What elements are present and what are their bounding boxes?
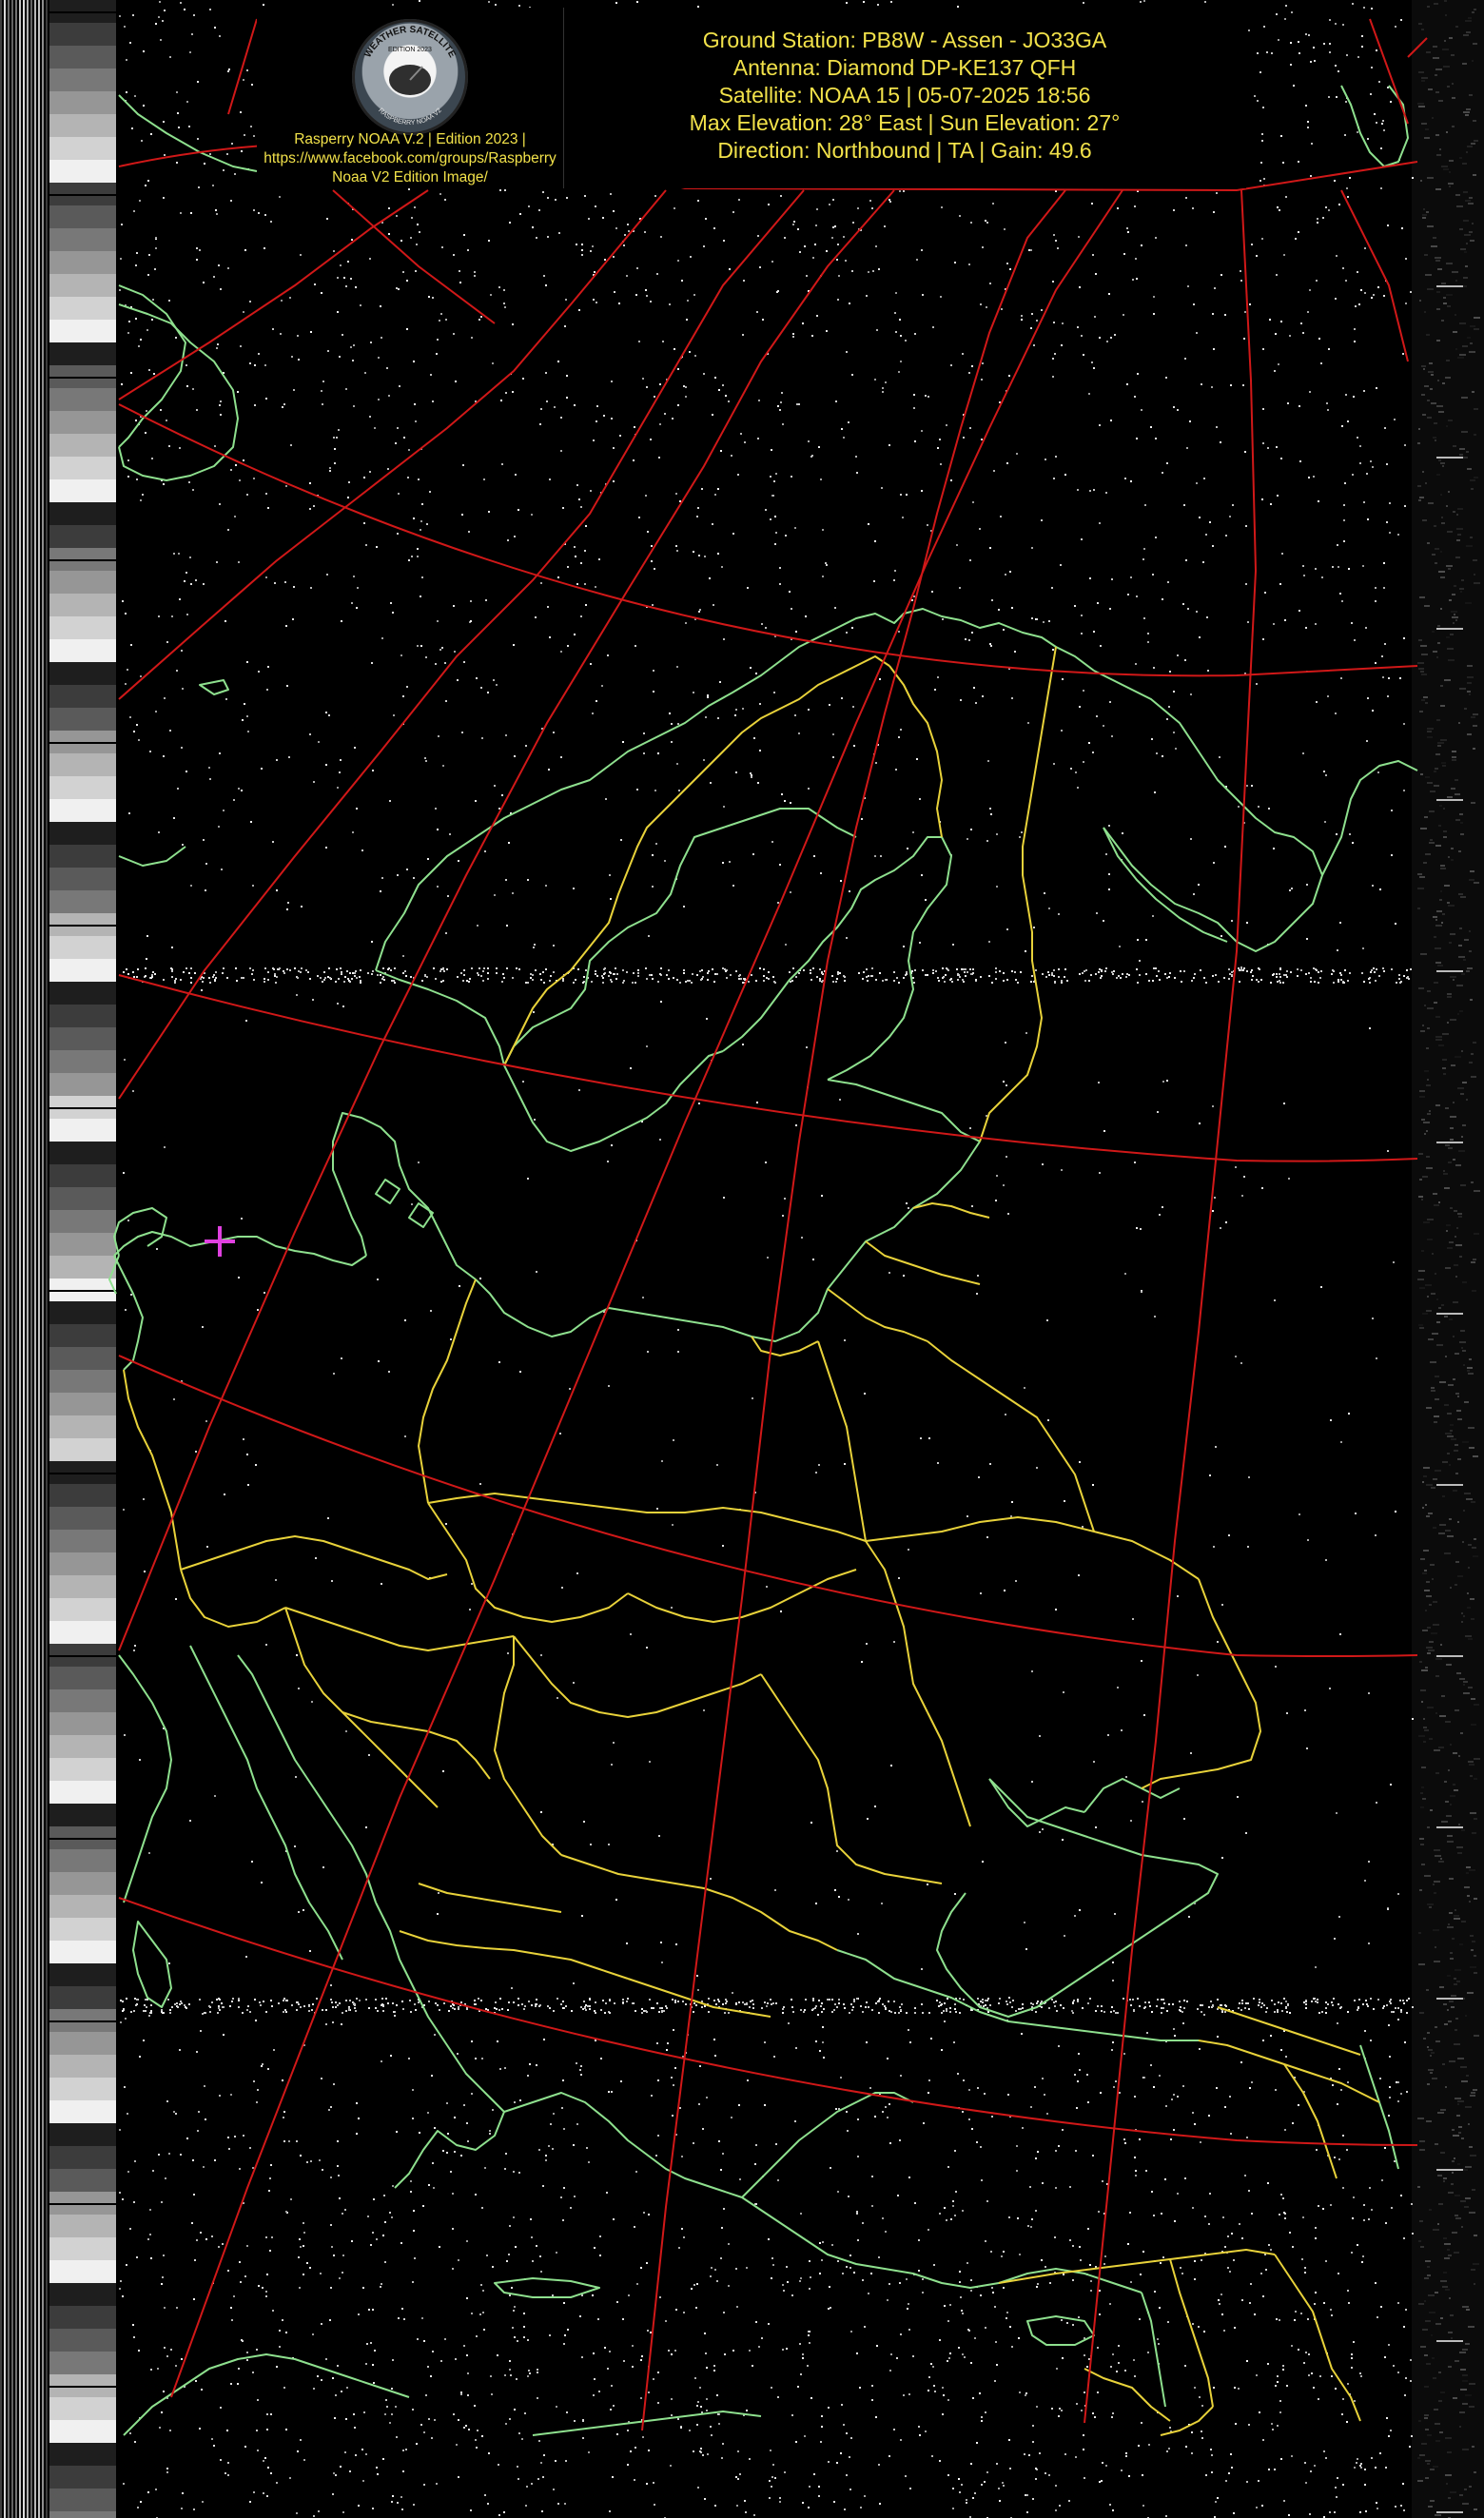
right-telemetry-strip — [1412, 0, 1484, 2518]
logo-ring-text-year: EDITION 2023 — [388, 47, 432, 53]
logo-box: WEATHER SATELLITE EDITION 2023 RASPBERRY… — [257, 8, 564, 188]
border-bosnia — [342, 1711, 491, 1780]
graticule-layer — [118, 18, 1428, 2431]
border-romania — [760, 1673, 943, 1884]
coastline-arctic-east — [1321, 760, 1418, 876]
meridian-11 — [332, 189, 496, 324]
border-turkey-europe — [627, 1978, 771, 2018]
satellite-image: WEATHER SATELLITE EDITION 2023 RASPBERRY… — [0, 0, 1484, 2518]
coastline-svalbard — [118, 94, 258, 172]
latitude-line-3 — [118, 974, 1418, 1162]
apt-noise-layer — [119, 0, 1414, 2518]
coastlines-layer — [108, 85, 1418, 2436]
map-canvas — [0, 0, 1484, 2518]
border-germany-south — [180, 1535, 448, 1580]
coastline-italy — [189, 1645, 343, 1961]
border-croatia — [284, 1607, 439, 1808]
border-russia-ukraine — [1141, 1578, 1261, 1789]
coastline-adriatic — [237, 1654, 377, 1903]
meridian-8 — [1340, 189, 1409, 362]
border-greece-north — [399, 1930, 629, 1980]
border-hungary — [513, 1635, 762, 1718]
direction-label: Direction: Northbound | TA | Gain: 49.6 — [717, 138, 1092, 163]
coastline-turkey-west — [741, 2092, 914, 2198]
coastline-finland — [827, 1079, 981, 1142]
logo-ring-text-top: WEATHER SATELLITE — [362, 25, 458, 60]
latitude-line-5 — [118, 1897, 1418, 2146]
coastline-sardinia — [132, 1921, 172, 2008]
meridian-3 — [118, 189, 805, 1100]
coastline-jan-mayen — [199, 679, 229, 695]
border-georgia — [1217, 2006, 1361, 2056]
latitude-line-2 — [118, 403, 1418, 677]
meridian-5 — [118, 189, 429, 400]
border-serbia — [494, 1636, 562, 1856]
border-estonia — [912, 1202, 990, 1219]
border-belarus-east — [927, 1340, 1095, 1532]
border-sweden-finland — [888, 665, 943, 838]
credit-line-2: https://www.facebook.com/groups/Raspberr… — [264, 150, 556, 166]
coastline-azov — [1084, 1778, 1181, 1813]
coastline-denmark — [332, 1112, 477, 1280]
border-germany-west — [123, 1369, 182, 1571]
border-syria-iraq — [1169, 2258, 1214, 2408]
coastline-levant — [1141, 2292, 1166, 2408]
coastline-kola — [1093, 670, 1323, 952]
meridian-7 — [1084, 189, 1258, 2424]
elevation-label: Max Elevation: 28° East | Sun Elevation:… — [689, 110, 1121, 135]
ground-station-label: Ground Station: PB8W - Assen - JO33GA — [702, 28, 1107, 52]
pass-info-box: Ground Station: PB8W - Assen - JO33GA An… — [563, 8, 1246, 188]
coastline-baltic-sweden — [503, 1050, 724, 1152]
coastline-norway — [375, 608, 1095, 971]
coastline-italy-west — [118, 1654, 172, 1903]
border-latvia — [865, 1240, 981, 1285]
coastline-north-sea — [113, 1231, 367, 1266]
border-poland-south — [427, 1493, 867, 1542]
border-poland-germany — [418, 1279, 477, 1504]
antenna-label: Antenna: Diamond DP-KE137 QFH — [732, 55, 1077, 80]
meridian-6 — [641, 189, 1066, 2431]
coastline-poland — [475, 1279, 752, 1337]
border-ukraine-west — [865, 1540, 928, 1713]
logo-ring: WEATHER SATELLITE EDITION 2023 RASPBERRY… — [362, 25, 458, 127]
meridian-2 — [118, 189, 895, 1651]
coastline-north-africa — [123, 2353, 410, 2436]
border-turkey-syria — [998, 2249, 1276, 2284]
satellite-dish-badge-icon: WEATHER SATELLITE EDITION 2023 RASPBERRY… — [352, 19, 468, 135]
border-macedonia — [418, 1883, 562, 1913]
coastline-caspian — [1359, 2044, 1399, 2170]
coastline-white-sea — [1103, 827, 1228, 943]
border-iraq-south — [1160, 2406, 1214, 2436]
border-norway-sweden — [503, 655, 890, 1066]
coastline-aegean — [503, 2092, 743, 2198]
border-lithuania — [827, 1288, 928, 1342]
coastline-black-sea — [936, 1778, 1219, 2018]
logo-ring-text-bottom: RASPBERRY NOAA V2 — [377, 107, 443, 127]
border-switzerland — [180, 1569, 286, 1628]
coastline-greenland — [118, 284, 186, 448]
credit-line-1: Rasperry NOAA V.2 | Edition 2023 | — [294, 131, 526, 147]
coastline-faroe — [118, 846, 186, 867]
country-borders-layer — [123, 646, 1380, 2436]
border-iran — [1274, 2254, 1361, 2422]
coastline-libya — [532, 2411, 762, 2436]
ground-station-marker — [205, 1226, 235, 1257]
border-ukraine-north — [865, 1516, 1200, 1580]
coastline-turkey-north — [836, 1949, 1199, 2041]
coastline-greece — [375, 1902, 505, 2189]
border-armenia — [1283, 2063, 1338, 2179]
credit-line-3: Noaa V2 Edition Image/ — [332, 169, 488, 185]
header-panel: WEATHER SATELLITE EDITION 2023 RASPBERRY… — [257, 8, 1246, 188]
border-poland-east — [817, 1340, 867, 1542]
meridian-1 — [170, 189, 1123, 2398]
meridian-9 — [227, 18, 258, 115]
satellite-label: Satellite: NOAA 15 | 05-07-2025 18:56 — [718, 83, 1091, 107]
left-telemetry-strip — [0, 0, 116, 2518]
meridian-10 — [1369, 18, 1409, 125]
latitude-line-4 — [118, 1355, 1418, 1657]
border-moldova — [927, 1711, 971, 1827]
coastline-crete — [494, 2277, 600, 2298]
coastline-holland — [113, 1255, 144, 1371]
border-czech — [427, 1502, 629, 1623]
